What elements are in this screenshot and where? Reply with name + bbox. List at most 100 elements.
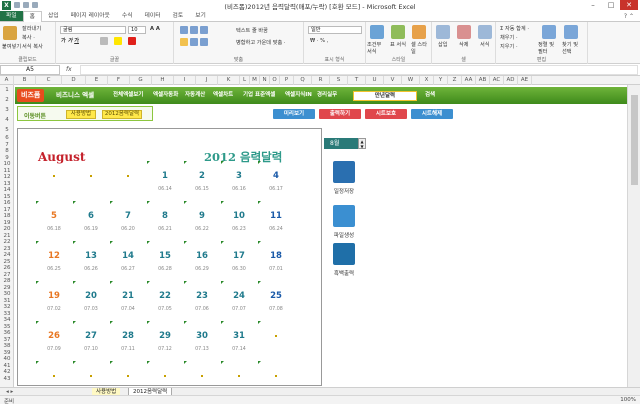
column-header[interactable]: I: [174, 76, 196, 85]
format-cells-icon[interactable]: [478, 25, 492, 39]
calendar-day-cell[interactable]: 19 07.02: [36, 281, 72, 321]
column-header[interactable]: Q: [294, 76, 312, 85]
fill-color-icon[interactable]: [114, 37, 122, 45]
cell-style-icon[interactable]: [412, 25, 426, 39]
calendar-day-cell[interactable]: 21 07.04: [110, 281, 146, 321]
find-select-icon[interactable]: [564, 25, 578, 39]
column-header[interactable]: B: [14, 76, 36, 85]
column-header[interactable]: Z: [448, 76, 462, 85]
month-select[interactable]: 8월: [324, 138, 358, 149]
cell-style-button[interactable]: 셀 스타일: [411, 41, 431, 55]
calendar-sheet-button[interactable]: 2012음력달력: [102, 110, 142, 119]
clear-button[interactable]: 지우기 ·: [500, 43, 518, 50]
calendar-day-cell[interactable]: 24 07.07: [221, 281, 257, 321]
mono-print-button[interactable]: 흑백출력: [324, 243, 364, 277]
calendar-day-cell[interactable]: [73, 361, 109, 387]
month-spinner[interactable]: ▲ ▼: [358, 138, 366, 149]
align-left-icon[interactable]: [180, 38, 188, 46]
calendar-day-cell[interactable]: [36, 361, 72, 387]
column-header[interactable]: M: [250, 76, 260, 85]
calendar-day-cell[interactable]: 23 07.06: [184, 281, 220, 321]
autosum-button[interactable]: Σ 자동 합계 ·: [500, 25, 529, 32]
calendar-day-cell[interactable]: 14 06.27: [110, 241, 146, 281]
align-bottom-icon[interactable]: [200, 26, 208, 34]
column-header[interactable]: G: [130, 76, 152, 85]
calendar-day-cell[interactable]: 8 06.21: [147, 201, 183, 241]
calendar-day-cell[interactable]: [110, 361, 146, 387]
zoom-level[interactable]: 100%: [620, 397, 636, 403]
cut-button[interactable]: 잘라내기: [22, 25, 41, 32]
nav-item[interactable]: 전체엑셀보기: [113, 87, 143, 104]
find-select-button[interactable]: 찾기 및 선택: [562, 41, 584, 55]
calendar-day-cell[interactable]: 10 06.23: [221, 201, 257, 241]
tab-data[interactable]: 데이터: [139, 11, 167, 21]
nav-search[interactable]: 검색: [425, 87, 435, 104]
column-header[interactable]: T: [348, 76, 366, 85]
column-header[interactable]: AB: [476, 76, 490, 85]
nav-item[interactable]: 자동계산: [185, 87, 205, 104]
calendar-day-cell[interactable]: 17 06.30: [221, 241, 257, 281]
fx-icon[interactable]: fx: [66, 66, 72, 73]
align-center-icon[interactable]: [190, 38, 198, 46]
format-painter-button[interactable]: 서식 복사: [22, 43, 43, 50]
delete-cells-icon[interactable]: [457, 25, 471, 39]
table-format-icon[interactable]: [391, 25, 405, 39]
column-header[interactable]: J: [196, 76, 218, 85]
calendar-day-cell[interactable]: 26 07.09: [36, 321, 72, 361]
calendar-day-cell[interactable]: 18 07.01: [258, 241, 294, 281]
percent-icon[interactable]: ₩ · % ,: [310, 38, 328, 44]
calendar-day-cell[interactable]: 16 06.29: [184, 241, 220, 281]
row-header[interactable]: 1: [0, 85, 14, 95]
create-file-button[interactable]: 파일생성: [324, 205, 364, 239]
tab-view[interactable]: 보기: [189, 11, 212, 21]
protect-sheet-button[interactable]: 시트보호: [365, 109, 407, 119]
column-header[interactable]: L: [240, 76, 250, 85]
calendar-day-cell[interactable]: [221, 361, 257, 387]
nav-item[interactable]: 기업 표준엑셀: [243, 87, 275, 104]
format-button[interactable]: 서식: [480, 41, 490, 48]
row-header[interactable]: 4: [0, 115, 14, 125]
column-header[interactable]: R: [312, 76, 330, 85]
unprotect-sheet-button[interactable]: 시트해제: [411, 109, 453, 119]
fill-button[interactable]: 채우기 ·: [500, 34, 518, 41]
tab-formulas[interactable]: 수식: [116, 11, 139, 21]
calendar-day-cell[interactable]: 29 07.12: [147, 321, 183, 361]
column-header[interactable]: N: [260, 76, 270, 85]
nav-item[interactable]: 엑셀차트: [213, 87, 233, 104]
close-button[interactable]: ✕: [620, 0, 638, 10]
column-header[interactable]: AE: [518, 76, 532, 85]
calendar-day-cell[interactable]: 6 06.19: [73, 201, 109, 241]
insert-cells-icon[interactable]: [436, 25, 450, 39]
calendar-day-cell[interactable]: 27 07.10: [73, 321, 109, 361]
column-header[interactable]: H: [152, 76, 174, 85]
vertical-scrollbar[interactable]: [627, 85, 640, 387]
brand-logo[interactable]: 비즈폼: [17, 89, 45, 102]
calendar-day-cell[interactable]: 4 06.17: [258, 161, 294, 201]
column-header[interactable]: E: [86, 76, 108, 85]
calendar-day-cell[interactable]: 1 06.14: [147, 161, 183, 201]
column-header[interactable]: U: [366, 76, 384, 85]
calendar-day-cell[interactable]: [147, 361, 183, 387]
name-box[interactable]: A5: [0, 65, 60, 75]
paste-icon[interactable]: [3, 26, 17, 40]
row-header[interactable]: 3: [0, 105, 14, 115]
scroll-thumb[interactable]: [631, 95, 638, 185]
delete-button[interactable]: 삭제: [459, 41, 469, 48]
align-right-icon[interactable]: [200, 38, 208, 46]
calendar-day-cell[interactable]: 31 07.14: [221, 321, 257, 361]
nav-item[interactable]: 엑셀지식IN: [285, 87, 312, 104]
column-header[interactable]: F: [108, 76, 130, 85]
calendar-day-cell[interactable]: [73, 161, 109, 201]
calendar-day-cell[interactable]: 5 06.18: [36, 201, 72, 241]
tab-page-layout[interactable]: 페이지 레이아웃: [65, 11, 116, 21]
tab-file[interactable]: 파일: [0, 11, 23, 21]
tab-review[interactable]: 검토: [167, 11, 190, 21]
tab-insert[interactable]: 삽입: [42, 11, 65, 21]
calendar-day-cell[interactable]: 13 06.26: [73, 241, 109, 281]
bold-button[interactable]: 가 가 가: [61, 37, 79, 44]
calendar-day-cell[interactable]: 20 07.03: [73, 281, 109, 321]
number-format-select[interactable]: 일반: [308, 26, 362, 34]
column-header[interactable]: AA: [462, 76, 476, 85]
usage-guide-button[interactable]: 사용방법: [66, 110, 96, 119]
font-color-icon[interactable]: [128, 37, 136, 45]
